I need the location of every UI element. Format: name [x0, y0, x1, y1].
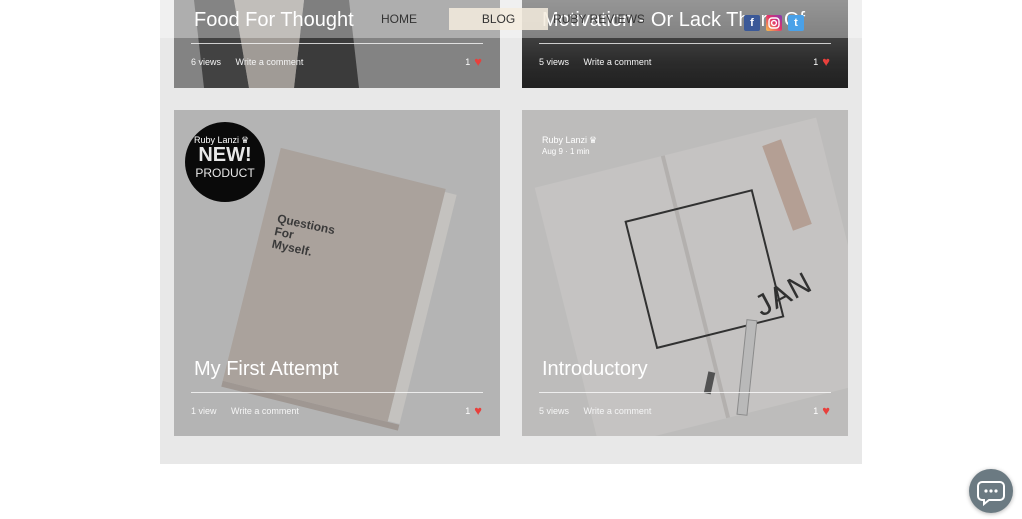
post-title[interactable]: Introductory — [542, 358, 648, 381]
twitter-icon[interactable]: t — [788, 15, 804, 31]
title-divider — [539, 392, 831, 393]
post-title[interactable]: My First Attempt — [194, 358, 338, 381]
post-meta: 1 view Write a comment — [191, 406, 311, 416]
chat-bubble-icon — [977, 481, 1005, 507]
nav-blog[interactable]: BLOG — [449, 8, 548, 30]
like-button[interactable]: 1 ♥ — [465, 55, 482, 68]
post-date-line: Aug 9 · 1 min — [542, 146, 597, 158]
read-time: 1 min — [570, 147, 590, 156]
like-count: 1 — [813, 405, 819, 416]
title-divider — [191, 392, 483, 393]
author-name[interactable]: Ruby Lanzi — [194, 135, 239, 145]
crown-icon: ♛ — [241, 135, 250, 145]
post-author[interactable]: Ruby Lanzi ♛ Aug 9 · 1 min — [542, 134, 597, 158]
like-count: 1 — [465, 405, 471, 416]
post-card-my-first-attempt[interactable]: Questions For Myself. NEW! PRODUCT Ruby … — [174, 110, 500, 436]
like-count: 1 — [465, 56, 471, 67]
instagram-glyph — [768, 17, 780, 29]
write-comment-link[interactable]: Write a comment — [231, 406, 299, 416]
heart-icon: ♥ — [822, 403, 830, 418]
view-count: 5 views — [539, 57, 570, 67]
crown-icon: ♛ — [589, 135, 598, 145]
post-author[interactable]: Ruby Lanzi ♛ — [194, 134, 249, 146]
chat-widget-button[interactable] — [969, 469, 1013, 513]
heart-icon: ♥ — [474, 403, 482, 418]
image-overlay — [522, 110, 848, 436]
nav-home[interactable]: HOME — [369, 8, 429, 30]
like-count: 1 — [813, 56, 819, 67]
badge-product-text: PRODUCT — [195, 166, 255, 180]
post-date: Aug 9 — [542, 147, 563, 156]
author-name[interactable]: Ruby Lanzi — [542, 135, 587, 145]
post-meta: 6 views Write a comment — [191, 57, 315, 67]
like-button[interactable]: 1 ♥ — [813, 55, 830, 68]
title-divider — [539, 43, 831, 44]
facebook-icon[interactable]: f — [744, 15, 760, 31]
title-divider — [191, 43, 483, 44]
badge-new-text: NEW! — [198, 144, 252, 166]
nav-ruby-reviews[interactable]: RUBY REVIEWS — [552, 8, 646, 30]
view-count: 5 views — [539, 406, 570, 416]
write-comment-link[interactable]: Write a comment — [236, 57, 304, 67]
view-count: 6 views — [191, 57, 222, 67]
like-button[interactable]: 1 ♥ — [465, 404, 482, 417]
instagram-icon[interactable] — [766, 15, 782, 31]
write-comment-link[interactable]: Write a comment — [584, 57, 652, 67]
write-comment-link[interactable]: Write a comment — [584, 406, 652, 416]
view-count: 1 view — [191, 406, 217, 416]
like-button[interactable]: 1 ♥ — [813, 404, 830, 417]
post-card-introductory[interactable]: JAN Ruby Lanzi ♛ Aug 9 · 1 min Introducto… — [522, 110, 848, 436]
heart-icon: ♥ — [474, 54, 482, 69]
post-meta: 5 views Write a comment — [539, 57, 663, 67]
post-meta: 5 views Write a comment — [539, 406, 663, 416]
heart-icon: ♥ — [822, 54, 830, 69]
